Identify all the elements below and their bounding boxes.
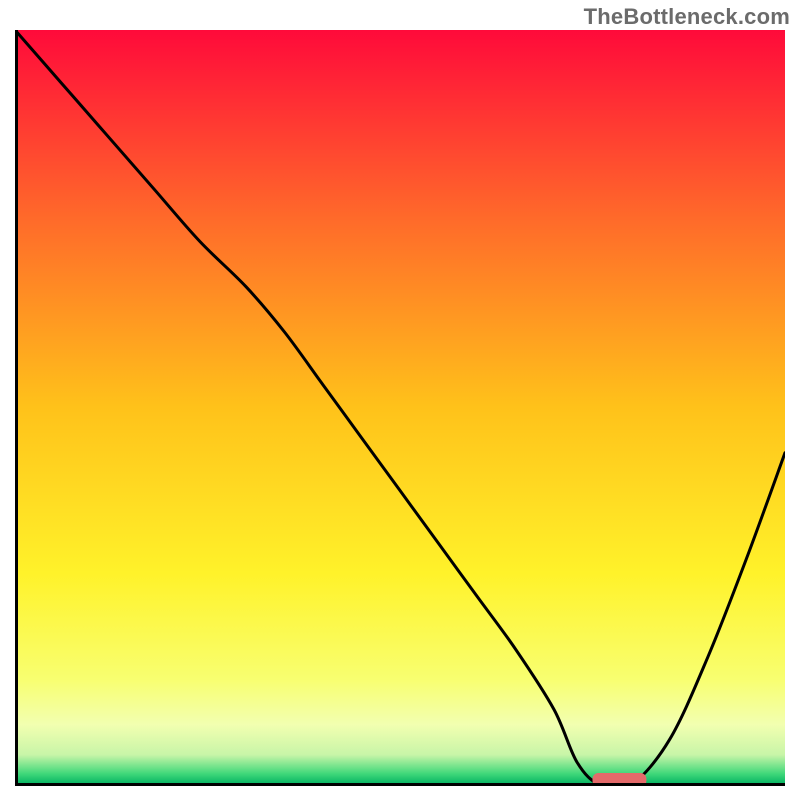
watermark-label: TheBottleneck.com <box>584 4 790 30</box>
y-axis <box>15 30 18 786</box>
gradient-background <box>15 30 785 785</box>
plot-svg <box>15 30 785 785</box>
x-axis <box>15 783 785 786</box>
chart-container: TheBottleneck.com <box>0 0 800 800</box>
plot-area <box>15 30 785 785</box>
